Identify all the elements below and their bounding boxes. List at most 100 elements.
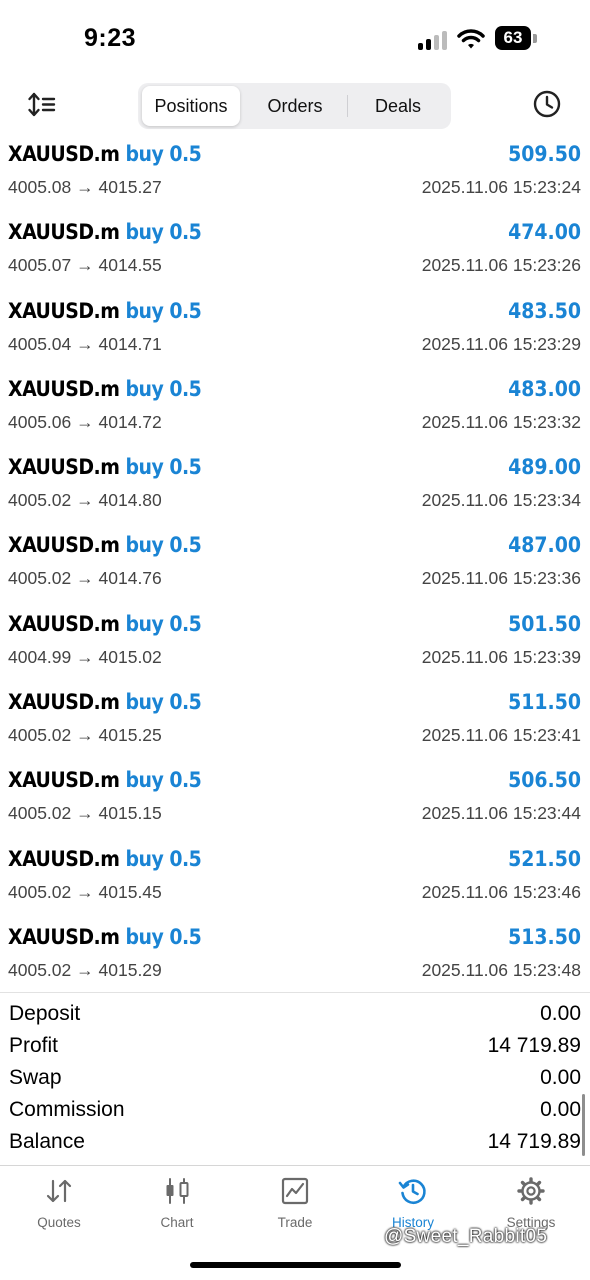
summary-row-swap: Swap 0.00 (0, 1063, 590, 1095)
quotes-icon (46, 1179, 72, 1203)
summary-value: 14 719.89 (487, 1034, 581, 1057)
summary-row-commission: Commission 0.00 (0, 1095, 590, 1127)
deal-profit: 501.50 (508, 611, 581, 636)
arrow-right-icon: → (76, 255, 94, 276)
status-bar: 9:23 63 (0, 0, 590, 78)
arrow-right-icon: → (76, 333, 94, 354)
list-item[interactable]: XAUUSD.m buy 0.5 483.00 4005.06 → 4014.7… (0, 371, 590, 449)
summary-label: Commission (9, 1098, 125, 1121)
close-price: 4015.15 (98, 803, 162, 824)
open-price: 4005.02 (8, 490, 72, 511)
tab-trade[interactable]: Trade (236, 1166, 354, 1246)
list-item[interactable]: XAUUSD.m buy 0.5 509.50 4005.08 → 4015.2… (0, 136, 590, 214)
deal-profit: 509.50 (508, 142, 581, 166)
deal-profit: 521.50 (508, 846, 581, 871)
deal-time: 2025.11.06 15:23:24 (421, 177, 581, 197)
deal-time: 2025.11.06 15:23:32 (421, 411, 581, 432)
close-price: 4014.55 (98, 255, 162, 276)
list-item[interactable]: XAUUSD.m buy 0.5 521.50 4005.02 → 4015.4… (0, 841, 590, 919)
arrow-right-icon: → (76, 490, 94, 511)
symbol: XAUUSD.m (8, 220, 120, 245)
tab-segmented-control: Positions Orders Deals (138, 83, 451, 129)
deal-profit: 513.50 (508, 924, 581, 949)
history-icon (398, 1179, 426, 1205)
symbol: XAUUSD.m (8, 846, 120, 871)
close-price: 4015.25 (98, 725, 162, 746)
close-price: 4014.72 (98, 411, 162, 432)
trade-side: buy 0.5 (125, 846, 202, 871)
arrow-right-icon: → (76, 646, 94, 667)
list-item[interactable]: XAUUSD.m buy 0.5 511.50 4005.02 → 4015.2… (0, 684, 590, 762)
arrow-right-icon: → (76, 177, 94, 197)
deal-time: 2025.11.06 15:23:29 (421, 333, 581, 354)
symbol: XAUUSD.m (8, 376, 120, 401)
chart-icon (166, 1178, 189, 1204)
deal-time: 2025.11.06 15:23:44 (421, 803, 581, 824)
arrow-right-icon: → (76, 411, 94, 432)
tab-label: Trade (277, 1215, 313, 1230)
tab-quotes[interactable]: Quotes (0, 1166, 118, 1246)
arrow-right-icon: → (76, 803, 94, 824)
summary-label: Balance (9, 1130, 85, 1153)
symbol: XAUUSD.m (8, 298, 120, 323)
tab-orders[interactable]: Orders (244, 86, 346, 126)
cellular-signal-icon (418, 30, 450, 50)
tab-deals[interactable]: Deals (348, 86, 448, 126)
home-indicator (190, 1262, 401, 1268)
deal-time: 2025.11.06 15:23:34 (421, 490, 581, 511)
trade-side: buy 0.5 (125, 298, 202, 323)
deal-profit: 483.00 (508, 376, 581, 401)
battery-indicator: 63 (495, 26, 531, 50)
summary-label: Profit (9, 1034, 59, 1057)
open-price: 4005.02 (8, 803, 72, 824)
list-item[interactable]: XAUUSD.m buy 0.5 506.50 4005.02 → 4015.1… (0, 762, 590, 840)
watermark: @Sweet_Rabbit05 (384, 1226, 548, 1247)
summary-value: 0.00 (540, 1098, 581, 1121)
clock-icon[interactable] (530, 87, 564, 121)
summary-value: 14 719.89 (487, 1130, 581, 1153)
close-price: 4014.71 (98, 333, 162, 354)
sort-icon[interactable] (26, 88, 60, 122)
deal-profit: 474.00 (508, 220, 581, 245)
summary-divider (0, 992, 590, 993)
tab-chart[interactable]: Chart (118, 1166, 236, 1246)
scrollbar[interactable] (582, 1094, 585, 1156)
list-item[interactable]: XAUUSD.m buy 0.5 483.50 4005.04 → 4014.7… (0, 293, 590, 371)
deal-time: 2025.11.06 15:23:26 (421, 255, 581, 276)
list-item[interactable]: XAUUSD.m buy 0.5 489.00 4005.02 → 4014.8… (0, 449, 590, 527)
symbol: XAUUSD.m (8, 690, 120, 715)
list-item[interactable]: XAUUSD.m buy 0.5 501.50 4004.99 → 4015.0… (0, 606, 590, 684)
open-price: 4005.02 (8, 881, 72, 902)
symbol: XAUUSD.m (8, 768, 120, 793)
tab-label: Quotes (37, 1215, 81, 1230)
list-item[interactable]: XAUUSD.m buy 0.5 513.50 4005.02 → 4015.2… (0, 919, 590, 997)
arrow-right-icon: → (76, 959, 94, 980)
tab-positions[interactable]: Positions (142, 86, 240, 126)
trade-side: buy 0.5 (125, 611, 202, 636)
open-price: 4005.04 (8, 333, 72, 354)
history-toolbar: Positions Orders Deals (0, 78, 590, 136)
deal-profit: 483.50 (508, 298, 581, 323)
summary-label: Swap (9, 1066, 62, 1089)
close-price: 4014.80 (98, 490, 162, 511)
summary-value: 0.00 (540, 1002, 581, 1025)
account-summary: Deposit 0.00 Profit 14 719.89 Swap 0.00 … (0, 999, 590, 1159)
list-item[interactable]: XAUUSD.m buy 0.5 487.00 4005.02 → 4014.7… (0, 527, 590, 605)
open-price: 4005.02 (8, 568, 72, 589)
open-price: 4005.02 (8, 725, 72, 746)
deal-profit: 511.50 (508, 690, 581, 715)
symbol: XAUUSD.m (8, 924, 120, 949)
trade-side: buy 0.5 (125, 690, 202, 715)
close-price: 4015.27 (98, 177, 162, 197)
summary-row-deposit: Deposit 0.00 (0, 999, 590, 1031)
arrow-right-icon: → (76, 881, 94, 902)
open-price: 4005.02 (8, 959, 72, 980)
deal-profit: 487.00 (508, 533, 581, 558)
trade-side: buy 0.5 (125, 220, 202, 245)
close-price: 4014.76 (98, 568, 162, 589)
trade-side: buy 0.5 (125, 533, 202, 558)
trade-side: buy 0.5 (125, 142, 202, 166)
symbol: XAUUSD.m (8, 533, 120, 558)
arrow-right-icon: → (76, 725, 94, 746)
list-item[interactable]: XAUUSD.m buy 0.5 474.00 4005.07 → 4014.5… (0, 214, 590, 292)
